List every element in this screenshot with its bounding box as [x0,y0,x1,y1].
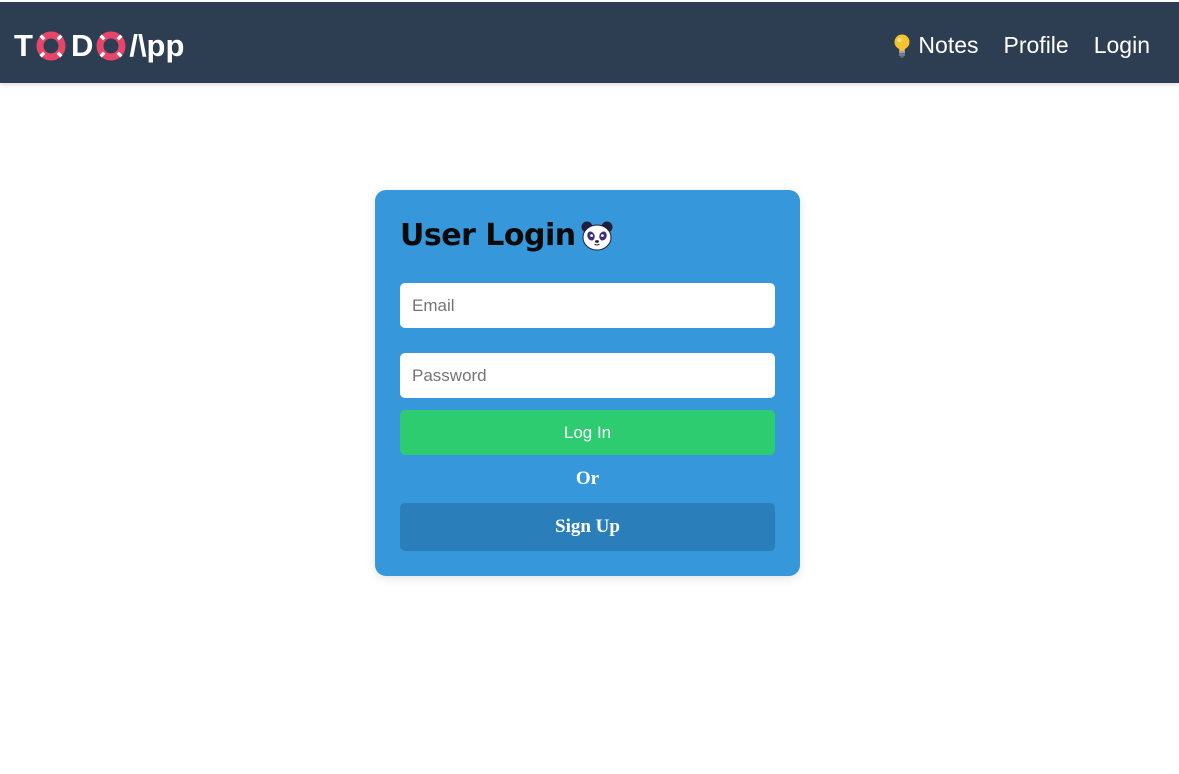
panda-icon [581,221,613,250]
or-separator: Or [575,468,600,489]
signup-button[interactable]: Sign Up [400,503,775,551]
nav-link-profile[interactable]: Profile [1004,32,1069,59]
navbar: T D /\pp Notes Profile Login [0,2,1179,83]
login-card: User Login Log In Or Sign Up [375,190,800,576]
lifebuoy-icon [96,31,126,61]
brand-letter-d: D [70,28,94,63]
login-button[interactable]: Log In [400,410,775,455]
lifebuoy-icon [36,31,66,61]
nav-link-notes-label: Notes [918,32,979,58]
email-field[interactable] [400,283,775,328]
login-title-text: User Login [400,218,576,253]
nav-link-login[interactable]: Login [1094,32,1150,59]
login-title: User Login [400,218,614,253]
nav-links: Notes Profile Login [892,32,1150,59]
password-field[interactable] [400,353,775,398]
brand-word-app: /\pp [129,28,185,63]
lightbulb-icon [894,34,910,58]
brand-logo[interactable]: T D /\pp [14,26,184,66]
nav-link-notes[interactable]: Notes [892,32,979,59]
brand-letter-t: T [14,28,33,63]
